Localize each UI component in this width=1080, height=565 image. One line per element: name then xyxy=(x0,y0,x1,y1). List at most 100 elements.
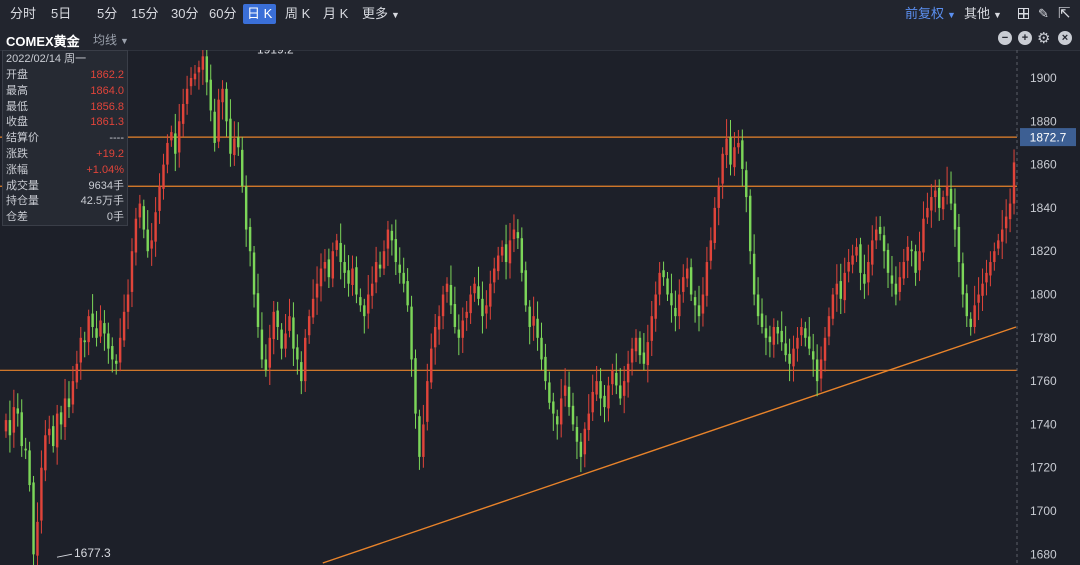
info-row: 成交量 9634手 xyxy=(6,179,124,194)
info-label: 涨幅 xyxy=(6,163,28,176)
candle-body xyxy=(268,337,272,368)
candle-body xyxy=(264,359,268,371)
period-tab-5min[interactable]: 5分 xyxy=(93,4,121,24)
candle-body xyxy=(556,416,559,425)
candle-body xyxy=(32,482,35,555)
candle-body xyxy=(20,412,23,447)
other-dropdown[interactable]: 其他 ▼ xyxy=(964,4,1002,24)
candle-body xyxy=(906,246,909,261)
candle-body xyxy=(323,262,327,269)
draw-pen-icon[interactable]: ✎ xyxy=(1038,6,1049,22)
candle-body xyxy=(418,416,421,457)
candle-body xyxy=(685,268,689,279)
candle-body xyxy=(300,362,303,382)
candle-body xyxy=(292,317,295,349)
y-tick-label: 1820 xyxy=(1030,244,1057,258)
zoom-in-icon[interactable]: + xyxy=(1018,31,1032,45)
candle-body xyxy=(855,246,858,256)
candle-body xyxy=(965,293,968,317)
candle-body xyxy=(768,336,772,343)
period-tab-fenshi[interactable]: 分时 xyxy=(6,4,40,24)
ma-indicator-dropdown[interactable]: 均线 ▼ xyxy=(93,31,129,48)
candle-body xyxy=(847,262,850,272)
candle-body xyxy=(973,305,976,327)
period-tab-monthly[interactable]: 月 K xyxy=(319,4,352,24)
candle-body xyxy=(961,263,965,295)
y-tick-label: 1700 xyxy=(1030,504,1057,518)
candle-body xyxy=(839,281,842,299)
candle-body xyxy=(311,298,315,318)
candle-body xyxy=(611,370,614,385)
info-value: ---- xyxy=(109,132,124,145)
candle-body xyxy=(437,316,441,330)
info-value: +1.04% xyxy=(86,163,124,176)
candle-body xyxy=(217,99,220,142)
candle-body xyxy=(185,88,189,104)
candle-body xyxy=(319,268,323,287)
zoom-out-icon[interactable]: − xyxy=(998,31,1012,45)
candle-body xyxy=(331,251,335,279)
y-tick-label: 1780 xyxy=(1030,331,1057,345)
candle-body xyxy=(831,294,835,319)
candle-body xyxy=(351,268,354,285)
fq-dropdown[interactable]: 前复权 ▼ xyxy=(905,4,956,24)
y-tick-label: 1740 xyxy=(1030,417,1057,431)
more-periods-dropdown[interactable]: 更多 ▼ xyxy=(358,4,404,24)
candle-body xyxy=(307,316,311,336)
candle-body xyxy=(8,420,12,436)
candle-body xyxy=(638,337,642,356)
candle-body xyxy=(693,297,697,306)
candle-body xyxy=(134,218,138,253)
candle-body xyxy=(997,240,1000,249)
close-icon[interactable]: × xyxy=(1058,31,1072,45)
period-tab-15min[interactable]: 15分 xyxy=(127,4,162,24)
candle-body xyxy=(977,294,980,303)
info-value: 1864.0 xyxy=(90,84,124,97)
collapse-icon[interactable]: ⇱ xyxy=(1058,4,1071,22)
candle-body xyxy=(221,88,224,103)
candle-body xyxy=(469,294,472,314)
candle-body xyxy=(725,138,728,156)
info-value: 1862.2 xyxy=(90,69,124,81)
chevron-down-icon: ▼ xyxy=(993,10,1002,20)
candle-body xyxy=(800,326,803,336)
candle-body xyxy=(75,363,79,383)
candle-body xyxy=(894,283,898,295)
period-tab-weekly[interactable]: 周 K xyxy=(281,4,314,24)
period-tab-5day[interactable]: 5日 xyxy=(47,4,75,24)
indicator-bar: COMEX黄金 均线 ▼ − + ⚙ × xyxy=(0,28,1080,51)
candle-body xyxy=(981,283,984,296)
candle-body xyxy=(835,283,839,295)
candle-body xyxy=(91,313,94,327)
candle-body xyxy=(36,521,39,556)
info-row: 最低 1856.8 xyxy=(6,100,124,115)
candle-body xyxy=(1004,216,1008,229)
candle-body xyxy=(646,342,650,366)
candle-body xyxy=(516,232,520,239)
candle-body xyxy=(473,283,476,294)
candle-body xyxy=(780,330,783,343)
candle-body xyxy=(615,372,618,386)
candle-body xyxy=(359,297,362,306)
candle-body xyxy=(374,262,378,283)
info-row: 涨跌 +19.2 xyxy=(6,147,124,162)
candle-body xyxy=(756,294,760,317)
candle-body xyxy=(713,207,716,243)
candle-body xyxy=(284,333,287,349)
ma-label: 均线 xyxy=(93,33,118,47)
candle-body xyxy=(461,320,464,338)
settings-gear-icon[interactable]: ⚙ xyxy=(1037,29,1050,47)
info-label: 最低 xyxy=(6,100,28,113)
period-tab-daily[interactable]: 日 K xyxy=(243,4,277,24)
candlestick-chart[interactable]: 1680 1700 1720 1740 1760 1780 1800 1820 1840 1860… xyxy=(0,50,1080,565)
candle-body xyxy=(654,294,657,319)
candle-body xyxy=(949,188,953,204)
period-tab-60min[interactable]: 60分 xyxy=(205,4,240,24)
candle-body xyxy=(315,283,319,298)
grid-icon[interactable] xyxy=(1018,8,1029,19)
candle-body xyxy=(772,326,776,345)
candle-body xyxy=(721,153,724,184)
candle-body xyxy=(445,283,449,292)
candle-body xyxy=(922,218,925,253)
period-tab-30min[interactable]: 30分 xyxy=(167,4,202,24)
